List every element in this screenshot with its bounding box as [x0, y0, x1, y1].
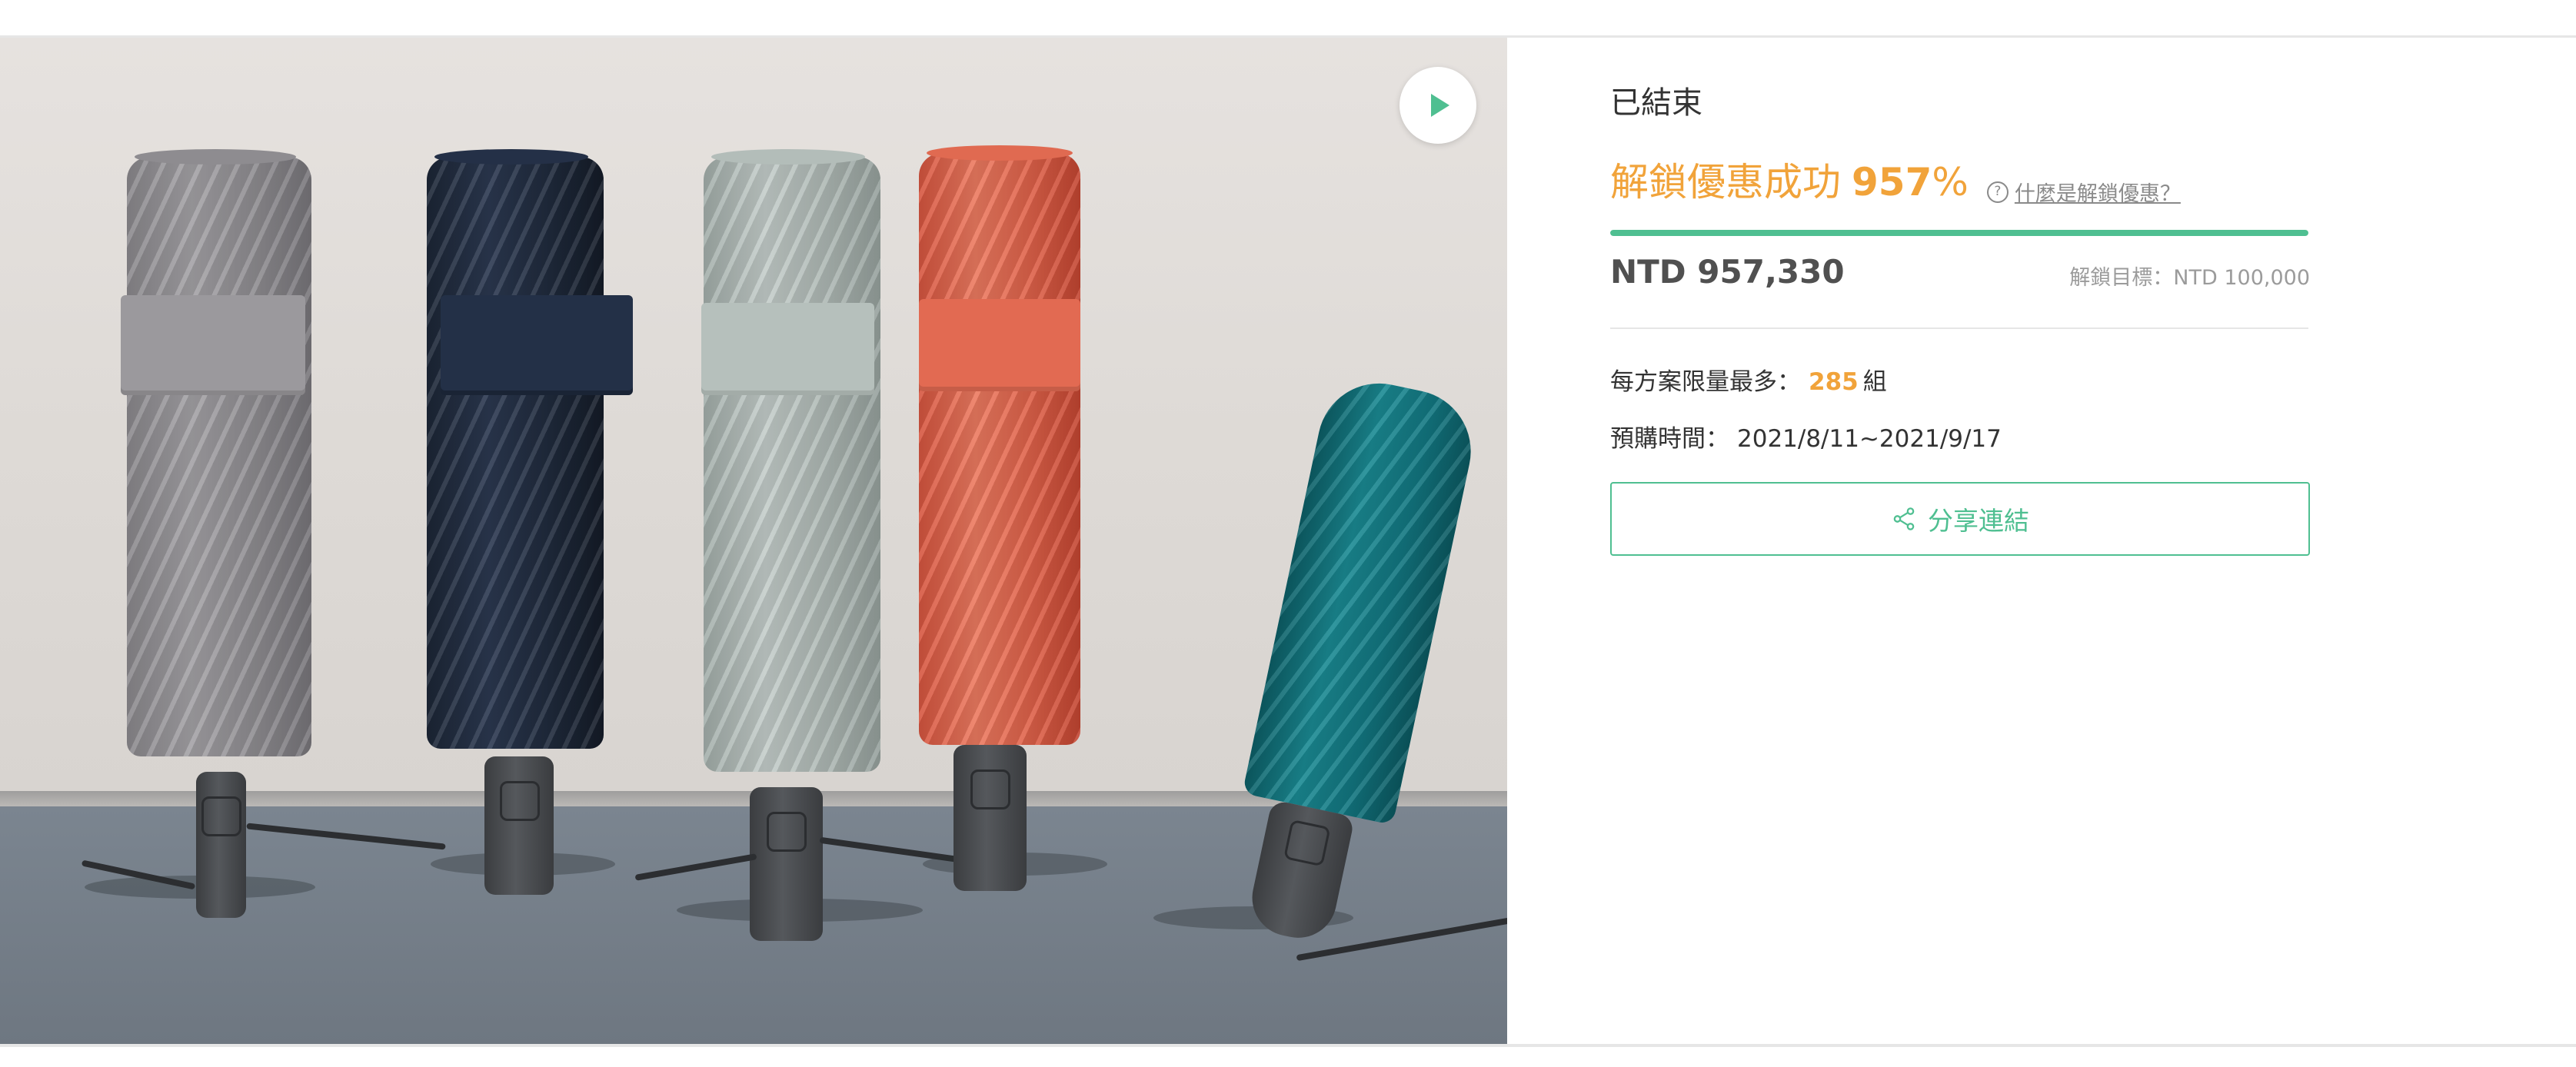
- unlock-target: 解鎖目標：NTD 100,000: [2069, 266, 2310, 290]
- share-link-label: 分享連結: [1928, 506, 2029, 536]
- project-page: 已結束 解鎖優惠成功 957 % ? 什麼是解鎖優惠？ NTD 957,330 …: [0, 0, 2576, 1067]
- plan-limit-unit: 組: [1862, 368, 1887, 396]
- share-icon: [1893, 507, 1915, 530]
- funding-progress-bar: [1610, 230, 2308, 236]
- unlock-help-link[interactable]: ? 什麼是解鎖優惠？: [1986, 177, 2181, 207]
- funding-progress-fill: [1610, 230, 2308, 236]
- preorder-period-label: 預購時間：: [1610, 425, 1729, 453]
- raised-amount: NTD 957,330: [1610, 253, 1845, 291]
- play-video-button[interactable]: [1399, 67, 1476, 144]
- campaign-status: 已結束: [1610, 85, 1702, 121]
- bottom-divider: [0, 1044, 2576, 1047]
- plan-limit-row: 每方案限量最多： 285 組: [1610, 362, 1887, 397]
- umbrella-gray: [81, 149, 446, 926]
- preorder-period-row: 預購時間： 2021/8/11~2021/9/17: [1610, 419, 2002, 454]
- unlock-help-text: 什麼是解鎖優惠？: [2014, 182, 2181, 206]
- plan-limit-label: 每方案限量最多：: [1610, 368, 1801, 396]
- question-circle-icon: ?: [1986, 181, 2009, 203]
- preorder-period-value: 2021/8/11~2021/9/17: [1737, 425, 2002, 453]
- play-icon: [1431, 94, 1449, 117]
- info-divider: [1610, 327, 2308, 329]
- unlock-status-row: 解鎖優惠成功 957 % ? 什麼是解鎖優惠？: [1610, 151, 2181, 207]
- plan-limit-value: 285: [1809, 368, 1859, 396]
- umbrella-navy: [427, 149, 633, 895]
- unlock-percent-sign: %: [1932, 160, 1969, 204]
- unlock-percent: 957: [1852, 160, 1932, 204]
- umbrella-coral: [919, 145, 1080, 891]
- share-link-button[interactable]: 分享連結: [1610, 482, 2310, 556]
- hero-image: [0, 38, 1507, 1044]
- unlock-label: 解鎖優惠成功: [1610, 160, 1841, 204]
- umbrella-sage: [634, 149, 988, 941]
